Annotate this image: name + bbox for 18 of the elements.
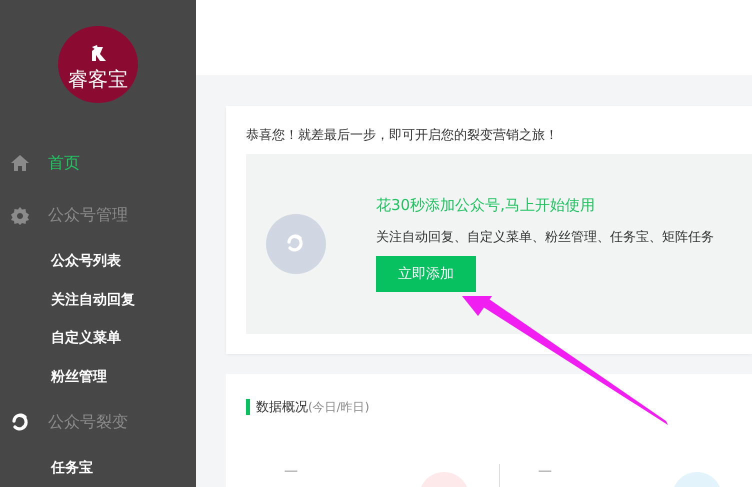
swirl-icon <box>10 412 30 432</box>
welcome-message: 恭喜您！就差最后一步，即可开启您的裂变营销之旅！ <box>246 127 559 144</box>
sidebar-item[interactable]: 关注自动回复 <box>0 280 196 319</box>
sidebar-item[interactable]: 自定义菜单 <box>0 318 196 358</box>
sidebar-item[interactable]: 公众号列表 <box>0 242 196 280</box>
feature-list: 关注自动回复、自定义菜单、粉丝管理、任务宝、矩阵任务 <box>376 228 714 246</box>
section-subtitle: (今日/昨日) <box>308 398 370 416</box>
section-title: 数据概况 <box>256 399 308 416</box>
accent-bar <box>246 399 250 415</box>
sidebar-item[interactable]: 粉丝管理 <box>0 358 196 396</box>
logo-text: 睿客宝 <box>68 66 128 91</box>
sidebar-item[interactable]: 首页 <box>0 137 196 190</box>
stat-value: — <box>538 464 552 481</box>
gear-icon <box>10 206 30 226</box>
home-icon <box>10 153 30 174</box>
sidebar-item[interactable]: 任务宝 <box>0 448 196 487</box>
promo-title: 花30秒添加公众号,马上开始使用 <box>376 196 596 215</box>
stat-value: — <box>284 464 298 481</box>
